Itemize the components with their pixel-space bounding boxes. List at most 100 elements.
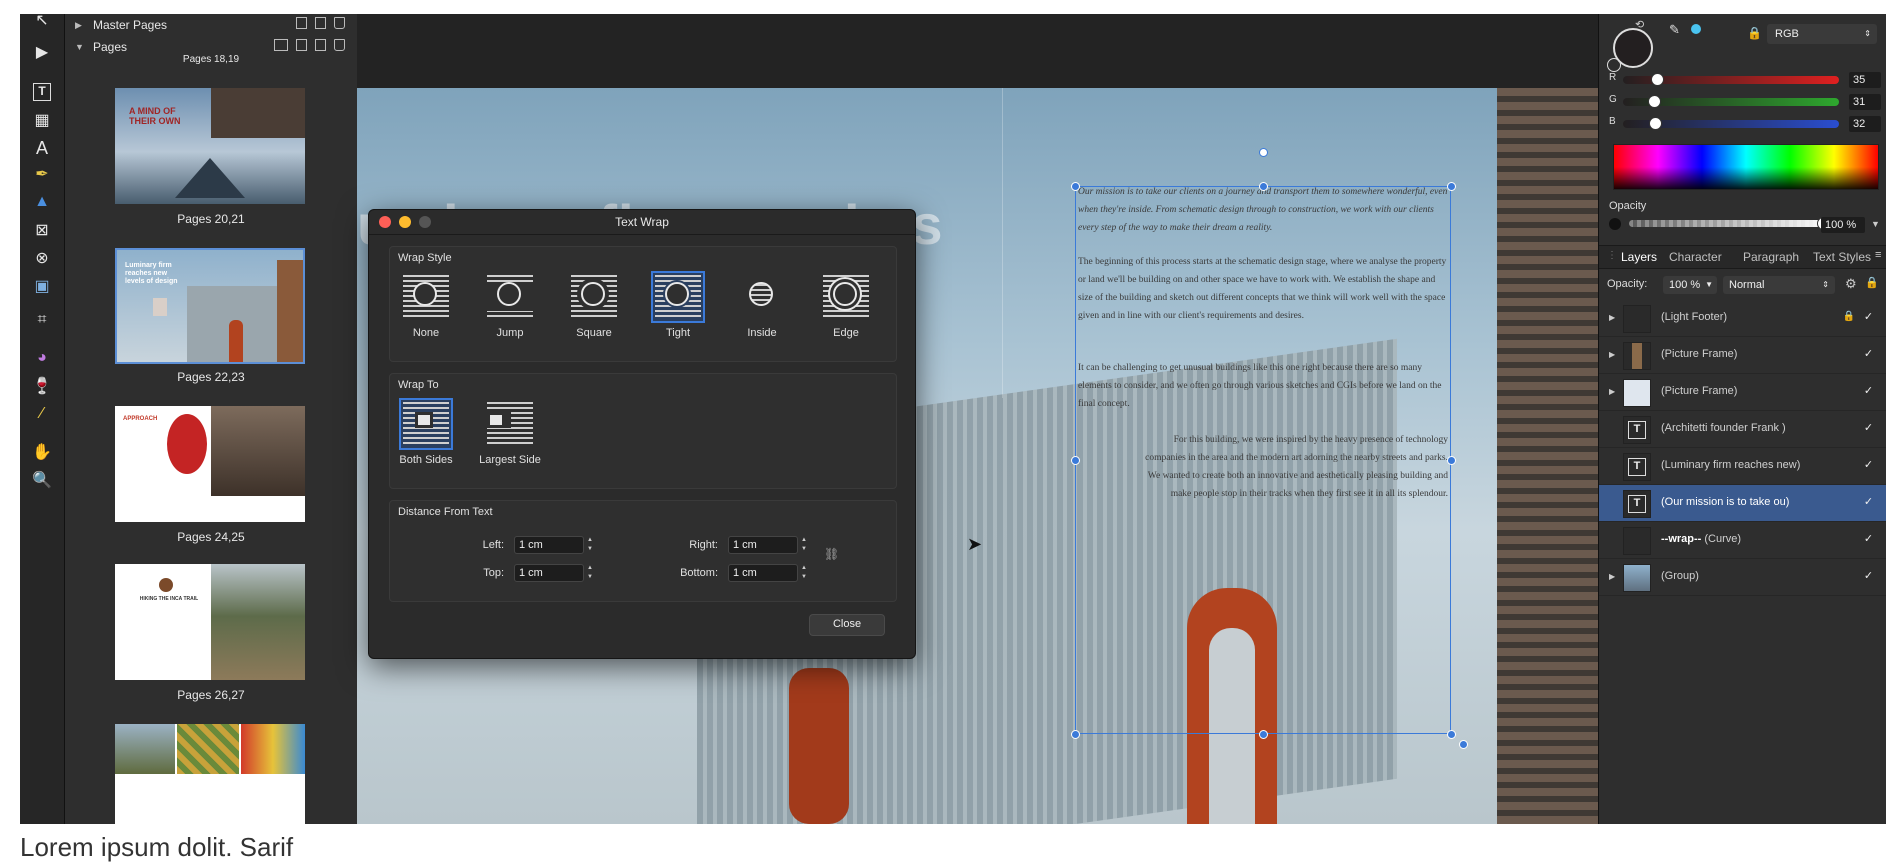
- page-thumbnail[interactable]: [115, 724, 305, 824]
- master-pages-section[interactable]: ▶ Master Pages: [65, 14, 357, 36]
- bottom-distance-stepper[interactable]: ▲ ▼: [800, 564, 808, 582]
- dialog-titlebar[interactable]: Text Wrap: [369, 210, 915, 235]
- expand-arrow-icon[interactable]: ▶: [1609, 313, 1615, 322]
- tab-paragraph[interactable]: Paragraph: [1743, 250, 1799, 264]
- wrap-both-sides-option[interactable]: Both Sides: [394, 398, 458, 466]
- expand-arrow-icon[interactable]: ▶: [1609, 350, 1615, 359]
- wrap-edge-option[interactable]: Edge: [814, 273, 878, 339]
- expand-arrow-icon[interactable]: ▶: [75, 20, 87, 31]
- baseline-handle[interactable]: [1459, 740, 1468, 749]
- crop-tool-icon[interactable]: ⌗: [30, 308, 54, 332]
- stroke-swatch[interactable]: [1607, 58, 1621, 72]
- duplicate-master-icon[interactable]: [315, 17, 326, 29]
- layer-opacity-field[interactable]: 100 % ▼: [1663, 276, 1717, 294]
- blue-value[interactable]: 32: [1849, 116, 1881, 132]
- layer-visible-checkbox[interactable]: ✓: [1862, 348, 1875, 361]
- resize-handle[interactable]: [1071, 730, 1080, 739]
- bottom-distance-field[interactable]: 1 cm: [728, 564, 798, 582]
- red-slider[interactable]: [1623, 73, 1839, 86]
- artistic-text-tool-icon[interactable]: A: [30, 136, 54, 160]
- panel-menu-icon[interactable]: ≡: [1875, 249, 1881, 261]
- place-image-tool-icon[interactable]: ▣: [30, 274, 54, 298]
- link-values-icon[interactable]: ⛓: [824, 547, 839, 561]
- color-picker-tool-icon[interactable]: ◕: [30, 346, 54, 370]
- ellipse-frame-tool-icon[interactable]: ⊗: [30, 246, 54, 270]
- opacity-slider[interactable]: [1629, 217, 1830, 230]
- layer-row[interactable]: T (Luminary firm reaches new) ✓: [1599, 448, 1886, 485]
- color-model-select[interactable]: RGB ⇕: [1767, 24, 1877, 44]
- blue-slider-knob[interactable]: [1649, 117, 1662, 130]
- layer-visible-checkbox[interactable]: ✓: [1862, 422, 1875, 435]
- pen-tool-icon[interactable]: ✒: [30, 162, 54, 186]
- layer-row[interactable]: ▶ (Picture Frame) ✓: [1599, 374, 1886, 411]
- layer-visible-checkbox[interactable]: ✓: [1862, 533, 1875, 546]
- green-value[interactable]: 31: [1849, 94, 1881, 110]
- wrap-square-option[interactable]: Square: [562, 273, 626, 339]
- master-flag-icon[interactable]: [274, 39, 288, 51]
- tab-layers[interactable]: Layers: [1621, 250, 1657, 264]
- wrap-none-option[interactable]: None: [394, 273, 458, 339]
- resize-handle[interactable]: [1071, 456, 1080, 465]
- right-distance-stepper[interactable]: ▲ ▼: [800, 536, 808, 554]
- delete-master-icon[interactable]: [334, 17, 345, 29]
- right-distance-field[interactable]: 1 cm: [728, 536, 798, 554]
- layer-row[interactable]: T (Architetti founder Frank ) ✓: [1599, 411, 1886, 448]
- blend-mode-select[interactable]: Normal ⇕: [1723, 276, 1835, 294]
- lock-icon[interactable]: 🔒: [1747, 26, 1762, 40]
- rotate-handle[interactable]: [1259, 148, 1268, 157]
- picture-frame-tool-icon[interactable]: ⊠: [30, 218, 54, 242]
- fill-tool-icon[interactable]: 🍷: [30, 374, 54, 398]
- resize-handle[interactable]: [1259, 182, 1268, 191]
- top-distance-stepper[interactable]: ▲ ▼: [586, 564, 594, 582]
- layer-row[interactable]: ▶ (Group) ✓: [1599, 559, 1886, 596]
- resize-handle[interactable]: [1447, 182, 1456, 191]
- table-tool-icon[interactable]: ▦: [30, 108, 54, 132]
- resize-handle[interactable]: [1447, 456, 1456, 465]
- opacity-value[interactable]: 100 %: [1821, 217, 1865, 233]
- close-button[interactable]: Close: [809, 614, 885, 636]
- swap-colors-icon[interactable]: ⟲: [1635, 18, 1644, 31]
- layer-visible-checkbox[interactable]: ✓: [1862, 385, 1875, 398]
- left-distance-field[interactable]: 1 cm: [514, 536, 584, 554]
- expand-arrow-icon[interactable]: ▶: [1609, 572, 1615, 581]
- layer-row[interactable]: --wrap-- (Curve) ✓: [1599, 522, 1886, 559]
- layer-visible-checkbox[interactable]: ✓: [1862, 459, 1875, 472]
- wrap-largest-side-option[interactable]: Largest Side: [478, 400, 542, 466]
- wrap-jump-option[interactable]: Jump: [478, 273, 542, 339]
- expand-arrow-icon[interactable]: ▶: [1609, 387, 1615, 396]
- layer-visible-checkbox[interactable]: ✓: [1862, 496, 1875, 509]
- collapse-arrow-icon[interactable]: ▼: [75, 42, 87, 52]
- layer-locked-icon[interactable]: 🔒: [1843, 311, 1855, 322]
- gear-icon[interactable]: ⚙: [1845, 276, 1857, 292]
- selected-text-frame[interactable]: Our mission is to take our clients on a …: [1075, 186, 1451, 734]
- red-slider-knob[interactable]: [1651, 73, 1664, 86]
- wrap-inside-option[interactable]: Inside: [730, 273, 794, 339]
- layer-row[interactable]: ▶ (Picture Frame) ✓: [1599, 337, 1886, 374]
- duplicate-page-icon[interactable]: [315, 39, 326, 51]
- color-spectrum[interactable]: [1613, 144, 1879, 190]
- page-thumbnail[interactable]: A MIND OF THEIR OWN: [115, 88, 305, 204]
- layer-visible-checkbox[interactable]: ✓: [1862, 570, 1875, 583]
- lock-layer-icon[interactable]: 🔒: [1865, 276, 1879, 289]
- tab-character[interactable]: Character: [1669, 250, 1722, 264]
- page-thumbnail[interactable]: HIKING THE INCA TRAIL: [115, 564, 305, 680]
- layer-row-selected[interactable]: T (Our mission is to take ou) ✓: [1599, 485, 1886, 522]
- eyedropper-tool-icon[interactable]: ∕: [30, 402, 54, 426]
- green-slider-knob[interactable]: [1648, 95, 1661, 108]
- page-thumbnail-selected[interactable]: Luminary firm reaches new levels of desi…: [115, 248, 305, 364]
- red-value[interactable]: 35: [1849, 72, 1881, 88]
- resize-handle[interactable]: [1447, 730, 1456, 739]
- text-frame-tool-icon[interactable]: T: [30, 80, 54, 104]
- layer-row[interactable]: ▶ (Light Footer) 🔒 ✓: [1599, 300, 1886, 337]
- add-master-icon[interactable]: [296, 17, 307, 29]
- hand-tool-icon[interactable]: ✋: [30, 440, 54, 464]
- delete-page-icon[interactable]: [334, 39, 345, 51]
- add-page-icon[interactable]: [296, 39, 307, 51]
- triangle-shape-tool-icon[interactable]: ▲: [30, 190, 54, 214]
- page-thumbnail[interactable]: APPROACH: [115, 406, 305, 522]
- opacity-dropdown-icon[interactable]: ▼: [1871, 219, 1880, 229]
- move-tool-icon[interactable]: ↖: [30, 14, 54, 32]
- tab-text-styles[interactable]: Text Styles: [1813, 250, 1871, 264]
- resize-handle[interactable]: [1071, 182, 1080, 191]
- node-tool-icon[interactable]: ▶: [30, 40, 54, 64]
